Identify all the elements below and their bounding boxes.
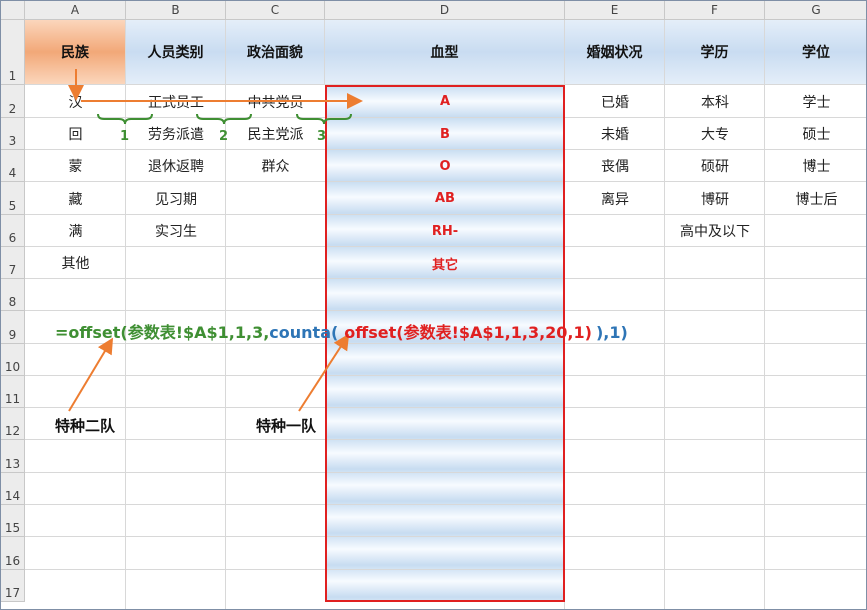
spreadsheet: A B C D E F G 1 2 3 4 5 6 7 8 9 10 11 12… — [0, 0, 867, 610]
brace-icon — [296, 113, 352, 125]
offset-number-1: 1 — [120, 129, 130, 144]
formula-annotation: =offset(参数表!$A$1,1,3,counta( offset(参数表!$… — [55, 319, 628, 343]
annotation-arrows — [68, 69, 363, 412]
brace-icon — [196, 113, 252, 125]
arrow-up-right-icon — [298, 333, 350, 412]
arrow-up-right-icon — [68, 337, 114, 412]
formula-part-inner: offset(参数表!$A$1,1,3,20,1) — [344, 323, 592, 342]
formula-part-counta: counta( — [269, 323, 339, 342]
brace-icon — [97, 113, 153, 125]
label-team-two: 特种二队 — [55, 417, 116, 435]
formula-part-outer: =offset(参数表!$A$1,1,3, — [55, 323, 270, 342]
offset-number-3: 3 — [317, 129, 327, 144]
formula-part-close: ),1) — [595, 323, 628, 342]
label-team-one: 特种一队 — [256, 417, 317, 435]
offset-number-2: 2 — [219, 129, 229, 144]
